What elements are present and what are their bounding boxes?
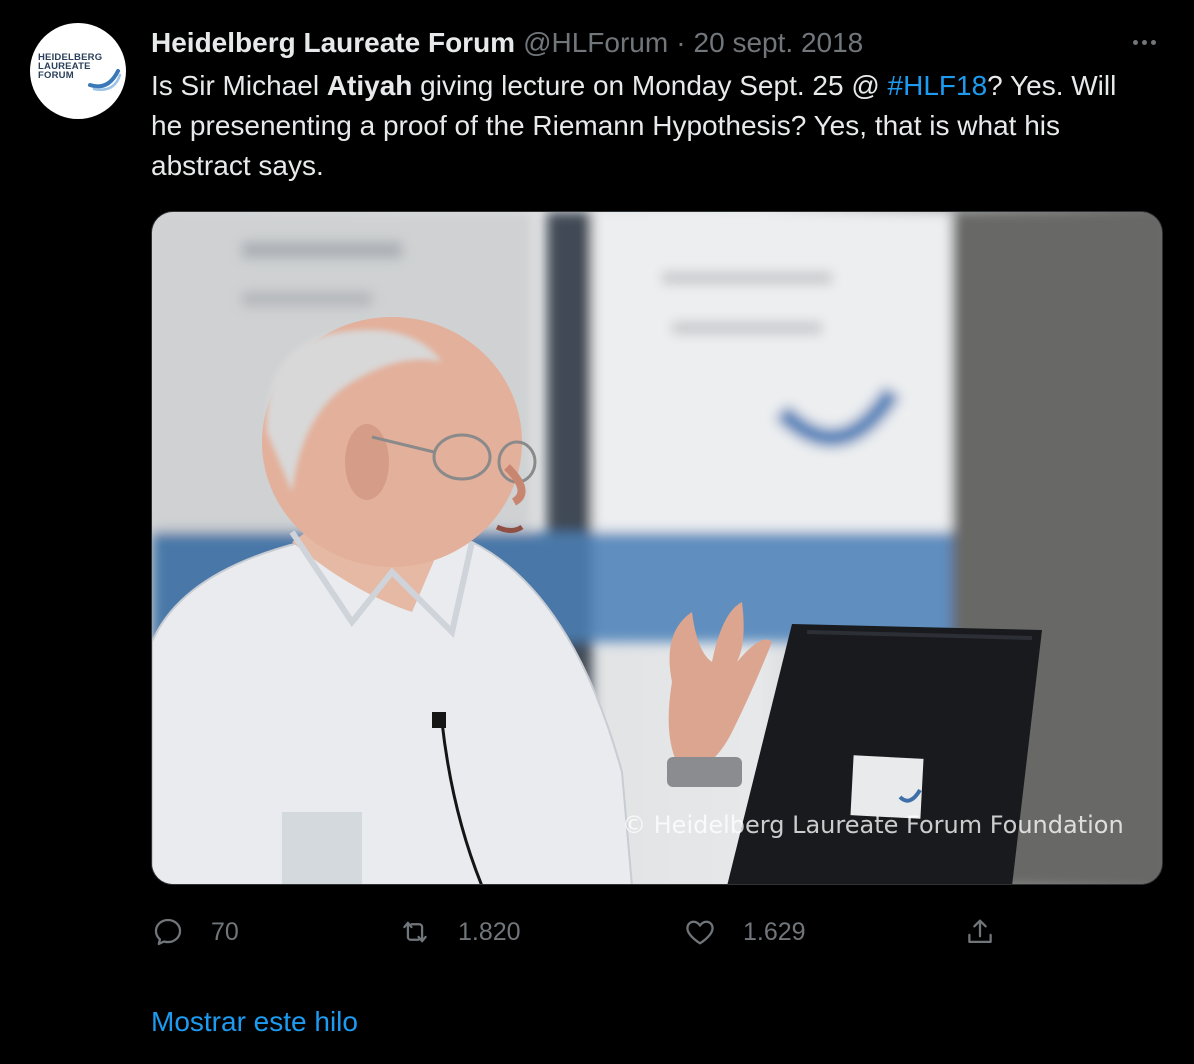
share-icon (968, 919, 992, 944)
like-button[interactable]: 1.629 (683, 910, 806, 954)
tweet-text-bold: Atiyah (326, 70, 413, 101)
reply-button[interactable]: 70 (151, 910, 239, 954)
speech-bubble-icon (154, 918, 182, 946)
retweet-count: 1.820 (458, 917, 521, 946)
share-button[interactable] (963, 910, 997, 954)
heart-icon (686, 920, 714, 945)
avatar-logo-text: HEIDELBERG LAUREATE FORUM (38, 52, 103, 81)
more-dots-icon[interactable] (1124, 30, 1164, 54)
photo-watermark: © Heidelberg Laureate Forum Foundation (622, 811, 1124, 839)
lecture-photo-illustration (152, 212, 1162, 884)
tweet-text: Is Sir Michael Atiyah giving lecture on … (151, 66, 1151, 186)
show-thread-link[interactable]: Mostrar este hilo (151, 1006, 358, 1038)
tweet-text-part-2: giving lecture on Monday Sept. 25 @ (412, 70, 888, 101)
action-bar: 70 1.820 1.629 (151, 910, 1163, 954)
tweet-photo[interactable]: © Heidelberg Laureate Forum Foundation (151, 211, 1163, 885)
reply-count: 70 (211, 917, 239, 946)
retweet-button[interactable]: 1.820 (398, 910, 521, 954)
tweet-text-part-1: Is Sir Michael (151, 70, 327, 101)
header-separator: · (676, 27, 686, 58)
author-handle[interactable]: @HLForum (523, 27, 668, 59)
author-name[interactable]: Heidelberg Laureate Forum (151, 27, 515, 59)
avatar[interactable]: HEIDELBERG LAUREATE FORUM (30, 23, 126, 119)
retweet-icon (403, 921, 427, 943)
tweet-header: Heidelberg Laureate Forum @HLForum · 20 … (151, 26, 863, 60)
hashtag-link[interactable]: #HLF18 (888, 70, 988, 101)
tweet-date[interactable]: 20 sept. 2018 (694, 27, 864, 59)
like-count: 1.629 (743, 917, 806, 946)
